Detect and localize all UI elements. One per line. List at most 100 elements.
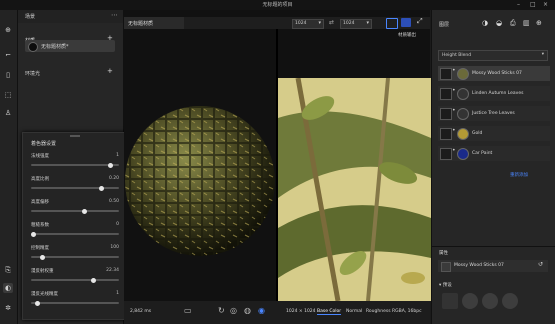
maximize-button[interactable]: □ <box>530 1 536 8</box>
title-bar: 无标题的项目 – □ × <box>0 0 555 10</box>
slider-knob[interactable] <box>82 208 87 214</box>
slider-knob[interactable] <box>99 185 104 191</box>
visibility-icon[interactable]: • <box>452 67 456 74</box>
presets-title: ▾ 预设 <box>439 282 452 288</box>
visibility-icon[interactable]: • <box>452 127 456 134</box>
slider-value[interactable]: 0.20 <box>99 176 119 181</box>
slider-track[interactable] <box>31 300 119 306</box>
layer-item[interactable]: • Car Paint <box>438 146 550 161</box>
layers-title: 图层 <box>439 22 450 28</box>
add-icon[interactable]: ⊕ <box>3 25 13 35</box>
tab-material[interactable]: 无标题材质 <box>124 17 184 29</box>
slider-track[interactable] <box>31 162 119 168</box>
layer-name: Linden Autumn Leaves <box>472 91 524 96</box>
slider-track[interactable] <box>31 254 119 260</box>
environment-icon[interactable]: ◍ <box>244 306 251 315</box>
layer-mask-thumbnail[interactable] <box>440 88 452 100</box>
3d-view-icon[interactable] <box>386 18 398 29</box>
panel-header: 场景 ⋯ <box>18 10 123 23</box>
mask-icon[interactable]: ◑ <box>482 19 488 27</box>
slider-label: 漫反射权重 <box>31 269 54 274</box>
channel-tab[interactable]: Normal <box>346 309 362 314</box>
slider-track[interactable] <box>31 277 119 283</box>
close-button[interactable]: × <box>543 1 548 8</box>
settings-icon[interactable]: ✲ <box>3 303 13 313</box>
resolution-dropdown-1[interactable]: 1024 ▾ <box>292 19 324 29</box>
active-view-icon[interactable]: ◉ <box>258 306 265 315</box>
slider-knob[interactable] <box>107 162 113 168</box>
frame-icon[interactable]: ⬚ <box>3 90 13 100</box>
layer-mask-thumbnail[interactable] <box>440 148 452 160</box>
slider-value[interactable]: 22.34 <box>99 268 119 273</box>
delete-icon[interactable]: ▥ <box>523 19 530 27</box>
slider-knob[interactable] <box>31 231 36 237</box>
export-layer-icon[interactable]: ⎙ <box>510 19 516 28</box>
visibility-icon[interactable]: • <box>452 107 456 114</box>
preset-thumbnail[interactable] <box>502 293 518 309</box>
properties-title: 属性 <box>439 251 448 256</box>
expand-icon[interactable]: ⤢ <box>417 17 423 26</box>
re-add-link[interactable]: 重新添加 <box>510 172 528 178</box>
layer-name: Gold <box>472 131 483 136</box>
channel-tab[interactable]: Roughness <box>366 309 391 314</box>
slider-label: 法线强度 <box>31 154 49 159</box>
channel-tab[interactable]: Base Color <box>317 309 342 315</box>
blend-mode-dropdown[interactable]: Height Blend ▾ <box>438 50 548 61</box>
panel-divider <box>432 246 555 247</box>
resolution-value: 1024 <box>343 21 355 26</box>
sphere-preview[interactable] <box>124 29 276 301</box>
slider-row: 漫反光线精度 1 <box>23 291 127 311</box>
more-icon[interactable]: ⋯ <box>111 11 118 19</box>
slider-label: 高度比例 <box>31 177 49 182</box>
2d-view-icon[interactable] <box>401 18 411 27</box>
lighting-icon[interactable]: ◎ <box>230 306 237 315</box>
layer-item[interactable]: • Justice Tree Leaves <box>438 106 550 121</box>
blend-mode-value: Height Blend <box>442 53 472 58</box>
slider-value[interactable]: 1 <box>99 291 119 296</box>
camera-icon[interactable]: ▭ <box>184 306 192 315</box>
shader-settings-icon[interactable]: ◐ <box>3 283 13 293</box>
stamp-icon[interactable]: ♙ <box>3 108 13 118</box>
drag-handle[interactable] <box>70 135 80 137</box>
slider-value[interactable]: 100 <box>99 245 119 250</box>
crop-icon[interactable]: ⌐ <box>3 50 13 60</box>
slider-knob[interactable] <box>35 300 41 306</box>
document-icon[interactable]: ▯ <box>3 70 13 80</box>
channel-tab[interactable]: RGBA, 16bpc <box>392 309 422 314</box>
slider-knob[interactable] <box>90 277 96 283</box>
shader-settings-panel: 着色器设置 法线强度 1 高度比例 0.20 高度偏移 0.50 粗糙系数 0 … <box>22 132 128 320</box>
layer-mask-thumbnail[interactable] <box>440 128 452 140</box>
preset-thumbnail[interactable] <box>442 293 458 309</box>
add-environment-button[interactable]: + <box>107 67 113 75</box>
output-label: 材质输出 <box>398 33 416 38</box>
layer-item[interactable]: • Gold <box>438 126 550 141</box>
slider-knob[interactable] <box>39 254 45 260</box>
texture-preview[interactable] <box>278 78 431 301</box>
slider-track[interactable] <box>31 231 119 237</box>
link-icon[interactable]: ⇄ <box>329 19 334 26</box>
left-toolbar: ⊕ ⌐ ▯ ⬚ ♙ ⎘ ◐ ✲ <box>0 10 18 324</box>
refresh-icon[interactable]: ↻ <box>218 306 225 315</box>
fill-icon[interactable]: ◒ <box>496 19 502 27</box>
visibility-icon[interactable]: • <box>452 147 456 154</box>
layer-mask-thumbnail[interactable] <box>440 68 452 80</box>
layer-item[interactable]: • Mossy Wood Sticks 07 <box>438 66 550 81</box>
layer-mask-thumbnail[interactable] <box>440 108 452 120</box>
visibility-icon[interactable]: • <box>452 87 456 94</box>
slider-value[interactable]: 1 <box>99 153 119 158</box>
preset-thumbnail[interactable] <box>482 293 498 309</box>
preset-thumbnail[interactable] <box>462 293 478 309</box>
slider-track[interactable] <box>31 185 119 191</box>
slider-value[interactable]: 0 <box>99 222 119 227</box>
properties-item[interactable]: Mossy Wood Sticks 07 ↺ <box>438 260 548 272</box>
minimize-button[interactable]: – <box>517 1 520 8</box>
refresh-property-icon[interactable]: ↺ <box>538 261 543 268</box>
layer-item[interactable]: • Linden Autumn Leaves <box>438 86 550 101</box>
resolution-dropdown-2[interactable]: 1024 ▾ <box>340 19 372 29</box>
export-icon[interactable]: ⎘ <box>3 265 13 275</box>
add-layer-icon[interactable]: ⊕ <box>536 19 542 27</box>
slider-track[interactable] <box>31 208 119 214</box>
slider-value[interactable]: 0.50 <box>99 199 119 204</box>
material-list-item[interactable]: 无标题材质* <box>25 40 115 52</box>
slider-label: 粗糙系数 <box>31 223 49 228</box>
